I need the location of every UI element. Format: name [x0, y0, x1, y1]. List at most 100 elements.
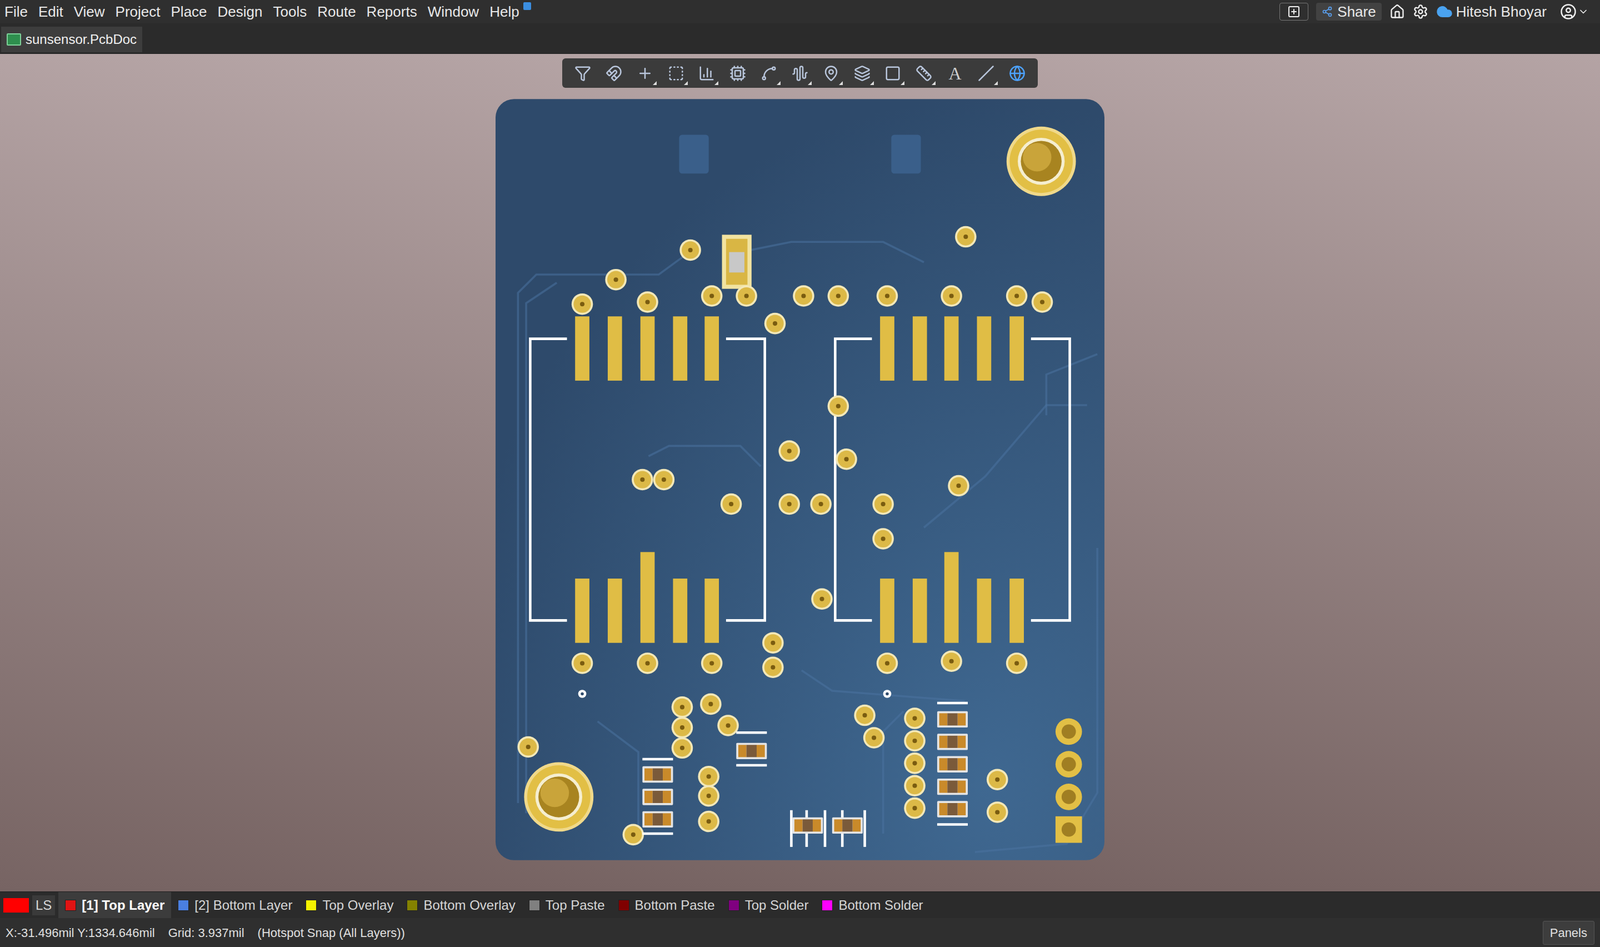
- chevron-icon: [1577, 6, 1589, 18]
- home-icon[interactable]: [1389, 3, 1405, 20]
- layer-tab[interactable]: Bottom Overlay: [400, 891, 522, 918]
- via: [827, 395, 850, 418]
- user-account[interactable]: Hitesh Bhoyar: [1436, 1, 1547, 23]
- menu-item[interactable]: Route: [317, 1, 356, 23]
- menu-item[interactable]: Reports: [366, 1, 418, 23]
- layer-tab[interactable]: Bottom Solder: [815, 891, 930, 918]
- smd-pad: [640, 316, 655, 381]
- tool-icon: [822, 65, 840, 82]
- cloud-icon: [1436, 3, 1453, 20]
- resistor: [722, 234, 752, 289]
- smd-pad: [607, 578, 623, 643]
- toolbar-button[interactable]: [818, 60, 844, 87]
- via: [571, 293, 594, 315]
- toolbar-button[interactable]: [1004, 60, 1030, 87]
- ic-outline: [530, 338, 1070, 621]
- new-button[interactable]: [1279, 2, 1309, 21]
- tool-icon: [698, 65, 715, 82]
- via: [955, 226, 977, 248]
- connector-pad: [1055, 816, 1083, 843]
- menu-item[interactable]: Tools: [273, 1, 308, 23]
- share-icon: [1321, 6, 1333, 18]
- menu-item[interactable]: View: [73, 1, 105, 23]
- via: [764, 312, 787, 335]
- menu-item[interactable]: Window: [427, 1, 479, 23]
- connector-pad: [1055, 750, 1083, 778]
- via: [903, 752, 926, 774]
- smd-pad: [912, 578, 928, 643]
- via: [872, 493, 894, 515]
- via: [1031, 291, 1054, 313]
- via: [697, 765, 720, 788]
- via: [701, 285, 723, 307]
- layer-tab[interactable]: [2] Bottom Layer: [171, 891, 299, 918]
- help-badge-icon[interactable]: [523, 2, 532, 10]
- status-bar: X:-31.496mil Y:1334.646milGrid: 3.937mil…: [0, 917, 1600, 947]
- smd-pad: [977, 578, 992, 643]
- toolbar-button[interactable]: [663, 60, 689, 87]
- via: [700, 693, 722, 715]
- toolbar-button[interactable]: [570, 60, 596, 87]
- layer-tab[interactable]: Bottom Paste: [611, 891, 722, 918]
- menu-item[interactable]: Edit: [38, 1, 64, 23]
- via: [1006, 652, 1028, 674]
- connector-pad: [1055, 718, 1083, 745]
- tool-icon: [915, 65, 933, 82]
- toolbar-button[interactable]: [787, 60, 813, 87]
- smd-pad: [704, 578, 719, 643]
- layer-set-button[interactable]: LS: [0, 891, 59, 918]
- via: [940, 285, 963, 307]
- toolbar-button[interactable]: A: [942, 60, 968, 87]
- smd-component: [937, 711, 968, 728]
- dropdown-corner-icon: [900, 81, 905, 85]
- toolbar-button[interactable]: [849, 60, 875, 87]
- canvas[interactable]: A: [0, 53, 1600, 892]
- via: [671, 716, 694, 739]
- tool-icon: [667, 65, 685, 82]
- toolbar-button[interactable]: [756, 60, 782, 87]
- layer-tab[interactable]: [1] Top Layer: [58, 891, 172, 918]
- gear-icon[interactable]: [1412, 3, 1429, 20]
- layer-tab[interactable]: Top Paste: [522, 891, 612, 918]
- menu-item[interactable]: Design: [217, 1, 263, 23]
- smd-pad: [977, 316, 992, 381]
- smd-pad: [672, 578, 688, 643]
- via: [792, 285, 815, 307]
- layer-tab[interactable]: Top Overlay: [298, 891, 400, 918]
- via: [717, 714, 739, 737]
- toolbar-button[interactable]: [601, 60, 627, 87]
- toolbar-button[interactable]: [880, 60, 906, 87]
- dropdown-corner-icon: [838, 81, 843, 85]
- profile-button[interactable]: [1560, 3, 1589, 20]
- menu-item[interactable]: File: [4, 1, 28, 23]
- via: [876, 652, 899, 674]
- menu-item[interactable]: Project: [115, 1, 161, 23]
- app: File Edit View Project Place Design Tools Route…: [0, 0, 1600, 947]
- toolbar-button[interactable]: [632, 60, 658, 87]
- via: [778, 493, 800, 515]
- document-tab[interactable]: sunsensor.PcbDoc: [1, 26, 143, 53]
- toolbar-button[interactable]: [973, 60, 999, 87]
- share-button[interactable]: Share: [1316, 2, 1382, 21]
- via: [876, 285, 899, 307]
- via: [735, 285, 758, 307]
- via: [903, 797, 926, 819]
- menu-item[interactable]: Place: [171, 1, 208, 23]
- layer-tab-bar: LS[1] Top Layer[2] Bottom LayerTop Overl…: [0, 891, 1600, 918]
- smd-component: [937, 756, 968, 773]
- toolbar-button[interactable]: [911, 60, 937, 87]
- layer-tab[interactable]: Top Solder: [721, 891, 816, 918]
- smd-component: [937, 800, 968, 817]
- panels-button[interactable]: Panels: [1542, 920, 1595, 945]
- smd-component: [642, 811, 673, 828]
- pcb-board[interactable]: [495, 98, 1105, 860]
- toolbar-button[interactable]: [693, 60, 720, 87]
- smd-pad: [575, 578, 590, 643]
- tool-icon: [574, 65, 592, 82]
- via: [903, 730, 926, 752]
- tool-icon: [636, 65, 654, 82]
- toolbar-button[interactable]: [725, 60, 751, 87]
- via: [605, 268, 627, 291]
- menu-item[interactable]: Help: [489, 1, 519, 23]
- via: [778, 440, 800, 462]
